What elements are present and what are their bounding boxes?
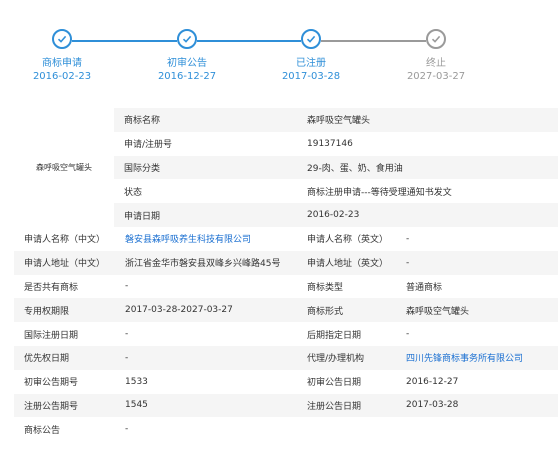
- field-value: 2017-03-28: [406, 400, 459, 411]
- field-value: 2016-12-27: [406, 376, 459, 387]
- field-value: 1533: [125, 376, 148, 387]
- check-icon: [182, 35, 192, 43]
- field-label: 初审公告期号: [24, 378, 79, 389]
- field-value: -: [125, 329, 129, 340]
- basic-info-row: 状态 商标注册申请---等待受理通知书发文: [114, 179, 558, 203]
- detail-info-row: 初审公告期号 1533 初审公告日期 2016-12-27: [14, 370, 558, 394]
- field-label: 国际分类: [124, 163, 161, 174]
- check-icon: [57, 35, 67, 43]
- trademark-info-table: 森呼吸空气罐头 商标名称 森呼吸空气罐头 申请/注册号 19137146 国际分类 29-…: [14, 108, 558, 455]
- field-label: 申请人名称（英文）: [307, 235, 389, 246]
- field-value: 森呼吸空气罐头: [307, 116, 371, 127]
- timeline-step: 已注册 2017-03-28: [261, 29, 361, 83]
- detail-info-row: 专用权期限 2017-03-28-2027-03-27 商标形式 森呼吸空气罐头: [14, 298, 558, 323]
- timeline-step-circle: [52, 29, 72, 49]
- field-value: -: [406, 257, 410, 268]
- field-label: 代理/办理机构: [307, 354, 365, 365]
- field-label: 初审公告日期: [307, 378, 362, 389]
- detail-info-row: 优先权日期 - 代理/办理机构 四川先锋商标事务所有限公司: [14, 346, 558, 370]
- basic-info-row: 申请/注册号 19137146: [114, 132, 558, 156]
- timeline-step-circle: [301, 29, 321, 49]
- detail-info-row: 商标公告 -: [14, 417, 558, 441]
- field-value: 普通商标: [406, 282, 443, 293]
- timeline-step-date: 2017-03-28: [281, 71, 341, 82]
- field-label: 商标形式: [307, 306, 344, 317]
- field-label: 状态: [124, 187, 143, 198]
- field-label: 申请人地址（英文）: [307, 259, 389, 270]
- field-value: 29-肉、蛋、奶、食用油: [307, 163, 403, 174]
- trademark-image: 森呼吸空气罐头: [14, 108, 114, 227]
- timeline-step: 商标申请 2016-02-23: [12, 29, 112, 83]
- field-value: -: [406, 329, 410, 340]
- field-label: 注册公告期号: [24, 401, 79, 412]
- field-value: 2017-03-28-2027-03-27: [125, 305, 233, 316]
- timeline-step-date: 2016-02-23: [32, 71, 92, 82]
- field-value: -: [406, 233, 410, 244]
- field-value: -: [125, 424, 129, 435]
- basic-info-row: 申请日期 2016-02-23: [114, 203, 558, 227]
- process-timeline: 商标申请 2016-02-23 初审公告 2016-12-27 已注册 2017-03-2…: [0, 0, 558, 95]
- detail-info-row: 国际注册日期 - 后期指定日期 -: [14, 322, 558, 346]
- field-label: 注册公告日期: [307, 401, 362, 412]
- timeline-step-circle: [177, 29, 197, 49]
- field-value: 1545: [125, 400, 148, 411]
- timeline-step-circle: [426, 29, 446, 49]
- field-label: 优先权日期: [24, 354, 70, 365]
- field-label: 商标名称: [124, 116, 161, 127]
- field-label: 申请人名称（中文）: [24, 235, 106, 246]
- detail-info-row: 注册公告期号 1545 注册公告日期 2017-03-28: [14, 393, 558, 418]
- timeline-step-date: 2027-03-27: [406, 71, 466, 82]
- detail-info-row: 是否共有商标 - 商标类型 普通商标: [14, 275, 558, 299]
- trademark-image-text: 森呼吸空气罐头: [36, 163, 92, 172]
- field-value: 2016-02-23: [307, 210, 360, 221]
- field-label: 后期指定日期: [307, 330, 362, 341]
- field-label: 申请人地址（中文）: [24, 259, 106, 270]
- timeline-step: 初审公告 2016-12-27: [137, 29, 237, 83]
- field-label: 商标公告: [24, 425, 61, 436]
- timeline-step-label: 初审公告: [167, 58, 207, 69]
- field-value[interactable]: 磐安县森呼吸养生科技有限公司: [125, 227, 251, 251]
- check-icon: [306, 35, 316, 43]
- field-label: 申请/注册号: [124, 140, 173, 151]
- check-icon: [431, 35, 441, 43]
- detail-info-row: 申请人地址（中文） 浙江省金华市磐安县双峰乡兴峰路45号 申请人地址（英文） -: [14, 250, 558, 275]
- field-value: -: [125, 281, 129, 292]
- field-label: 专用权期限: [24, 306, 70, 317]
- field-value: 浙江省金华市磐安县双峰乡兴峰路45号: [125, 259, 281, 270]
- timeline-step-label: 已注册: [296, 58, 326, 69]
- field-value: 19137146: [307, 138, 353, 149]
- basic-info-row: 商标名称 森呼吸空气罐头: [114, 108, 558, 132]
- field-value: 商标注册申请---等待受理通知书发文: [307, 187, 452, 198]
- field-label: 是否共有商标: [24, 282, 79, 293]
- timeline-step: 终止 2027-03-27: [386, 29, 486, 83]
- field-label: 商标类型: [307, 282, 344, 293]
- detail-info-row: 申请人名称（中文） 磐安县森呼吸养生科技有限公司 申请人名称（英文） -: [14, 227, 558, 251]
- field-value: -: [125, 352, 129, 363]
- field-value: 森呼吸空气罐头: [406, 306, 470, 317]
- basic-info-row: 国际分类 29-肉、蛋、奶、食用油: [114, 155, 558, 180]
- timeline-step-label: 终止: [426, 58, 446, 69]
- timeline-step-label: 商标申请: [42, 58, 82, 69]
- field-label: 申请日期: [124, 211, 161, 222]
- field-value[interactable]: 四川先锋商标事务所有限公司: [406, 346, 523, 370]
- timeline-step-date: 2016-12-27: [157, 71, 217, 82]
- field-label: 国际注册日期: [24, 330, 79, 341]
